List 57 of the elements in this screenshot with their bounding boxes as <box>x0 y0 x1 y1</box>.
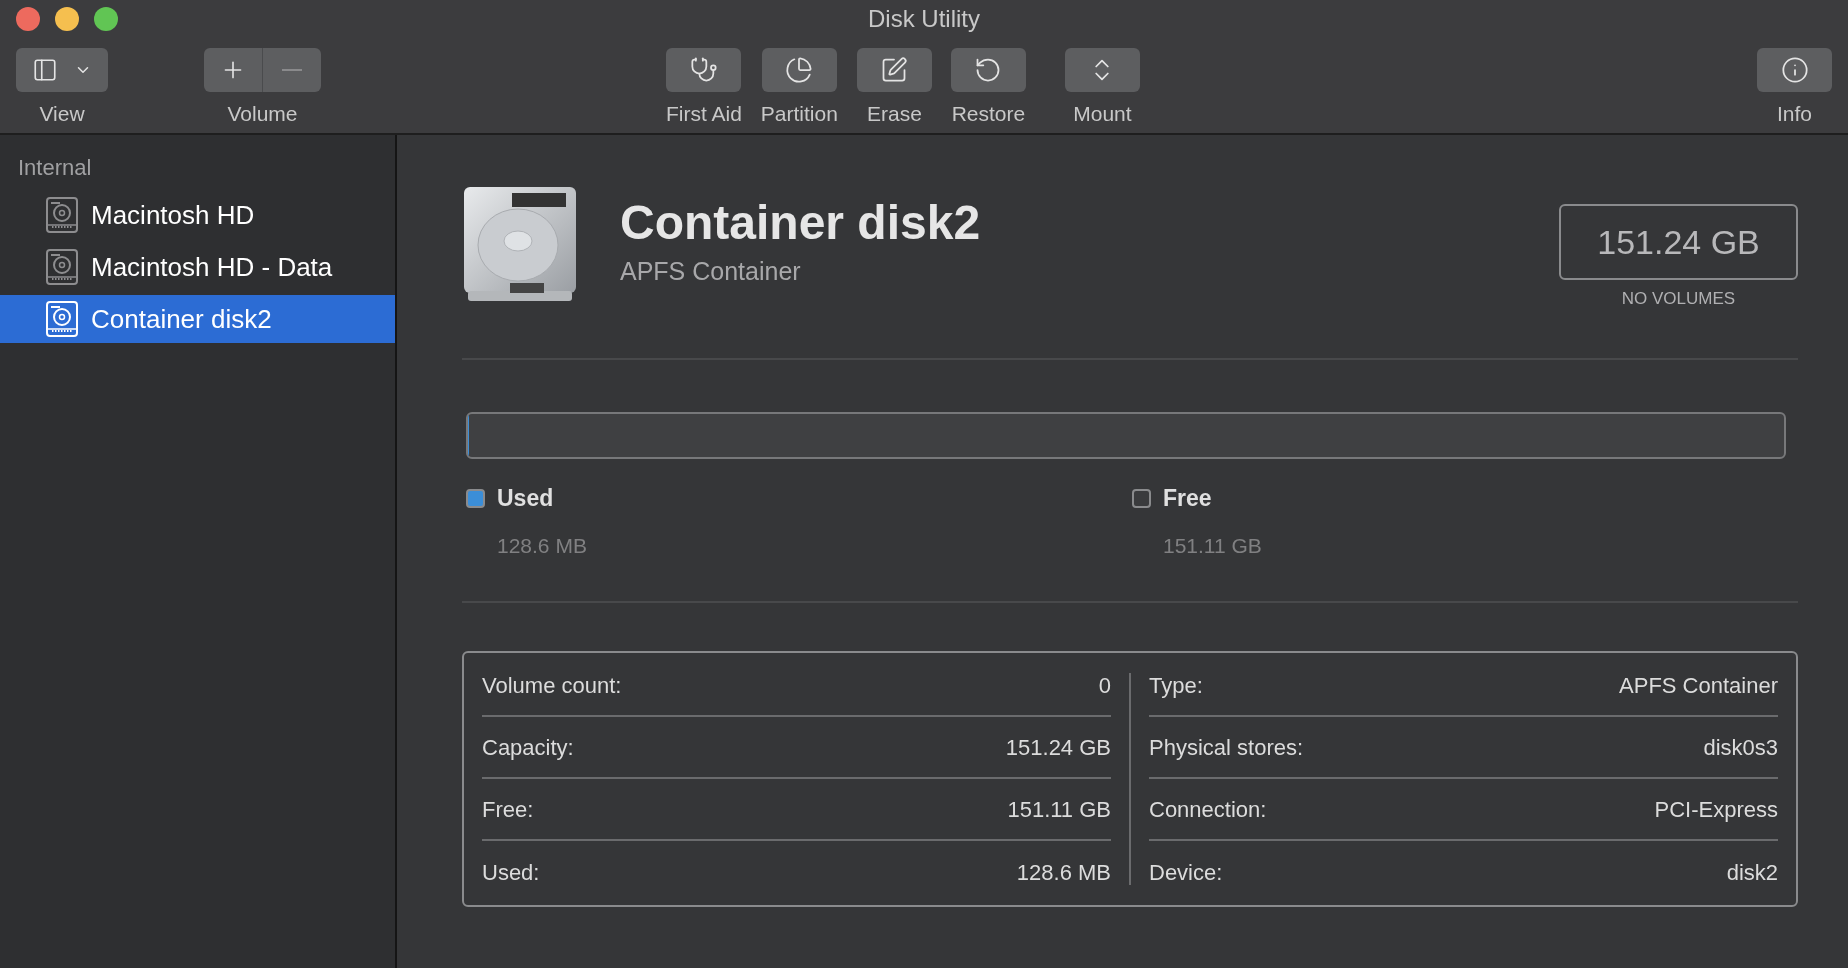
info-label: Free: <box>482 795 534 824</box>
erase-button[interactable] <box>856 48 932 92</box>
toolbar-label: Restore <box>951 101 1026 127</box>
info-label: Used: <box>482 858 540 887</box>
toolbar-label: Info <box>1777 101 1812 127</box>
info-label: Physical stores: <box>1149 733 1304 762</box>
zoom-button[interactable] <box>94 7 118 31</box>
close-button[interactable] <box>16 7 40 31</box>
legend-label: Used <box>497 484 554 513</box>
toolbar-label: Partition <box>760 101 838 127</box>
info-value: disk2 <box>1726 858 1778 887</box>
partition-button[interactable] <box>761 48 837 92</box>
drive-icon <box>46 249 78 285</box>
sidebar-section-title: Internal <box>17 153 93 182</box>
info-value: 0 <box>1098 671 1111 700</box>
info-label: Device: <box>1149 858 1223 887</box>
info-label: Type: <box>1149 671 1203 700</box>
mount-button[interactable] <box>1064 48 1140 92</box>
window-title: Disk Utility <box>868 4 980 34</box>
pie-chart-icon <box>785 56 814 84</box>
toolbar-label: Erase <box>866 101 922 127</box>
toolbar-label: First Aid <box>666 101 742 127</box>
drive-icon <box>46 197 78 233</box>
info-button[interactable] <box>1757 48 1832 92</box>
sidebar-icon <box>32 57 58 83</box>
sidebar-item[interactable]: Macintosh HD <box>0 191 395 239</box>
toolbar-label: Volume <box>227 101 298 127</box>
toolbar-label: View <box>39 101 85 127</box>
info-value: 151.24 GB <box>1005 733 1111 762</box>
legend-value: 151.11 GB <box>1163 532 1263 559</box>
toolbar-label: Mount <box>1073 101 1132 127</box>
capacity-caption: NO VOLUMES <box>1621 288 1736 310</box>
info-icon <box>1780 56 1809 84</box>
sidebar-item[interactable]: Container disk2 <box>0 295 395 343</box>
minimize-button[interactable] <box>55 7 79 31</box>
minus-icon <box>282 69 302 71</box>
info-value: 151.11 GB <box>1007 795 1111 824</box>
legend-label: Free <box>1163 484 1212 513</box>
legend-value: 128.6 MB <box>497 532 588 559</box>
stethoscope-icon <box>689 56 718 84</box>
disk-subtitle: APFS Container <box>620 256 802 287</box>
sidebar-item[interactable]: Macintosh HD - Data <box>0 243 395 291</box>
disk-title: Container disk2 <box>620 195 982 251</box>
capacity-readout: 151.24 GB <box>1559 204 1798 280</box>
hard-drive-icon <box>462 185 578 303</box>
pencil-square-icon <box>880 56 909 84</box>
info-value: PCI-Express <box>1654 795 1778 824</box>
first-aid-button[interactable] <box>666 48 742 92</box>
restore-button[interactable] <box>950 48 1026 92</box>
view-button[interactable] <box>16 48 108 92</box>
info-label: Connection: <box>1149 795 1267 824</box>
info-label: Capacity: <box>482 733 574 762</box>
info-value: disk0s3 <box>1703 733 1778 762</box>
drive-icon <box>46 301 78 337</box>
info-value: APFS Container <box>1619 671 1778 700</box>
info-value: 128.6 MB <box>1016 858 1111 887</box>
info-label: Volume count: <box>482 671 622 700</box>
